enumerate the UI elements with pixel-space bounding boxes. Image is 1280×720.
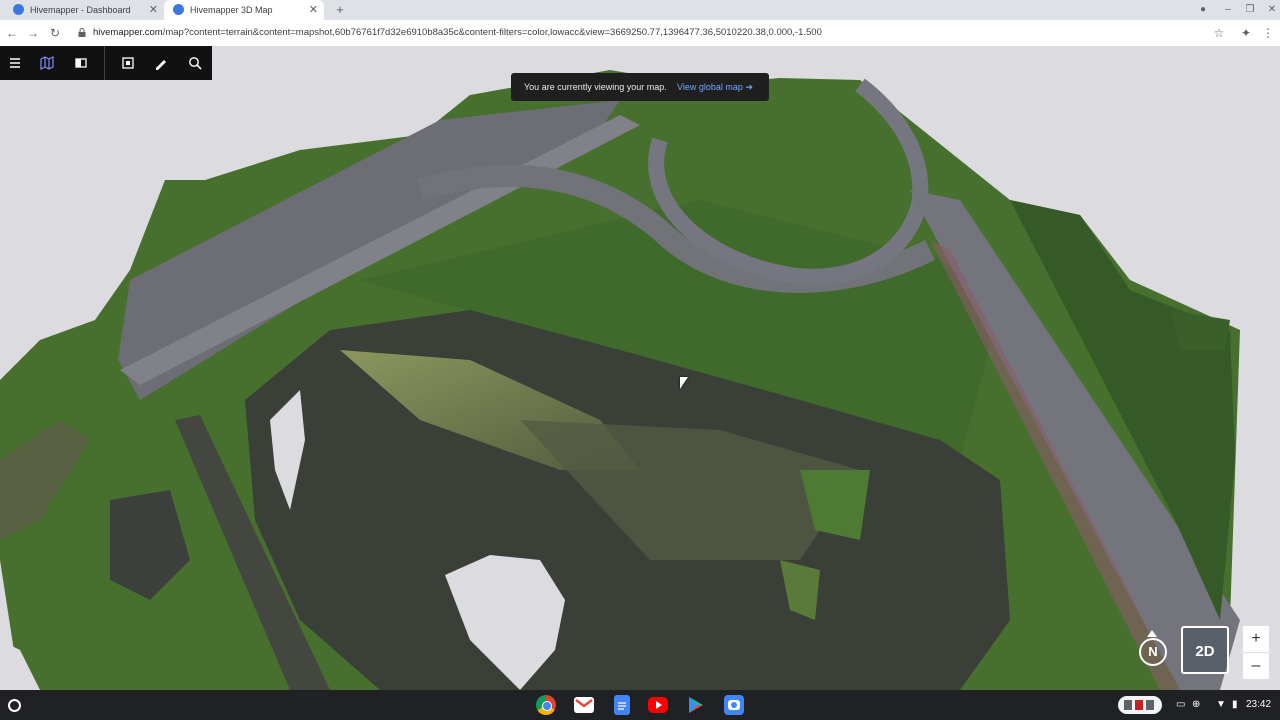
compass-button[interactable]: N (1139, 638, 1167, 666)
url-field[interactable]: hivemapper.com/map?content=terrain&conte… (93, 20, 822, 46)
reload-icon[interactable]: ↻ (46, 24, 64, 42)
menu-icon[interactable] (6, 54, 24, 72)
new-tab-button[interactable]: + (332, 0, 348, 20)
arrow-right-icon: ➔ (745, 82, 753, 92)
tab-strip: Hivemapper - Dashboard ✕ Hivemapper 3D M… (0, 0, 1280, 20)
camera-icon[interactable] (724, 695, 744, 715)
tab-title: Hivemapper 3D Map (190, 5, 273, 15)
close-window-button[interactable]: ✕ (1262, 0, 1280, 20)
minimize-button[interactable]: – (1218, 0, 1238, 20)
link-label: View global map (677, 82, 743, 92)
bookmark-star-icon[interactable]: ☆ (1210, 24, 1228, 42)
layers-toggle-icon[interactable] (72, 54, 90, 72)
chrome-icon[interactable] (536, 695, 556, 715)
os-shelf (0, 690, 1280, 720)
map-icon[interactable] (38, 54, 56, 72)
maximize-button[interactable]: ❐ (1240, 0, 1260, 20)
terrain-3d-render (0, 70, 1240, 690)
recent-files-icon (1124, 700, 1154, 710)
toolbar-divider (104, 46, 105, 80)
draw-pencil-icon[interactable] (152, 54, 170, 72)
youtube-icon[interactable] (648, 697, 668, 713)
docs-icon[interactable] (614, 695, 630, 715)
tab-dashboard[interactable]: Hivemapper - Dashboard ✕ (4, 0, 164, 20)
clock[interactable]: 23:42 (1246, 690, 1271, 720)
battery-icon: ▮ (1232, 699, 1238, 710)
hivemapper-favicon-icon (13, 4, 24, 15)
tab-3d-map[interactable]: Hivemapper 3D Map ✕ (164, 0, 324, 20)
tab-title: Hivemapper - Dashboard (30, 5, 131, 15)
add-icon[interactable]: ⊕ (1192, 690, 1200, 720)
compass-north-indicator-icon (1147, 630, 1157, 637)
forward-icon[interactable]: → (24, 24, 42, 42)
search-icon[interactable] (186, 54, 204, 72)
play-store-icon[interactable] (686, 695, 706, 715)
map-canvas[interactable] (0, 46, 1280, 690)
wifi-icon: ▼ (1216, 699, 1226, 710)
mouse-cursor-icon (680, 377, 688, 389)
mapshot-icon[interactable] (119, 54, 137, 72)
notice-message: You are currently viewing your map. (524, 82, 667, 92)
launcher-icon[interactable] (8, 699, 21, 712)
lock-icon (78, 28, 86, 37)
holding-space-tray[interactable] (1118, 696, 1162, 714)
more-menu-icon[interactable]: ⋮ (1259, 24, 1277, 42)
back-icon[interactable]: ← (3, 24, 21, 42)
close-icon[interactable]: ✕ (309, 0, 318, 20)
address-bar: ← → ↻ hivemapper.com/map?content=terrain… (0, 20, 1280, 47)
gmail-icon[interactable] (574, 697, 594, 713)
map-toolbar (0, 46, 212, 80)
url-host: hivemapper.com (93, 27, 163, 38)
my-map-notice: You are currently viewing your map. View… (511, 73, 769, 101)
extensions-icon[interactable]: ✦ (1237, 24, 1255, 42)
view-global-map-link[interactable]: View global map ➔ (677, 73, 753, 101)
screen-capture-icon[interactable]: ▭ (1176, 690, 1185, 720)
zoom-in-button[interactable]: + (1243, 626, 1269, 652)
hivemapper-favicon-icon (173, 4, 184, 15)
profile-icon[interactable]: ● (1193, 0, 1213, 20)
close-icon[interactable]: ✕ (149, 0, 158, 20)
zoom-out-button[interactable]: – (1243, 653, 1269, 679)
url-path: /map?content=terrain&content=mapshot,60b… (162, 27, 822, 38)
view-mode-toggle-button[interactable]: 2D (1181, 626, 1229, 674)
